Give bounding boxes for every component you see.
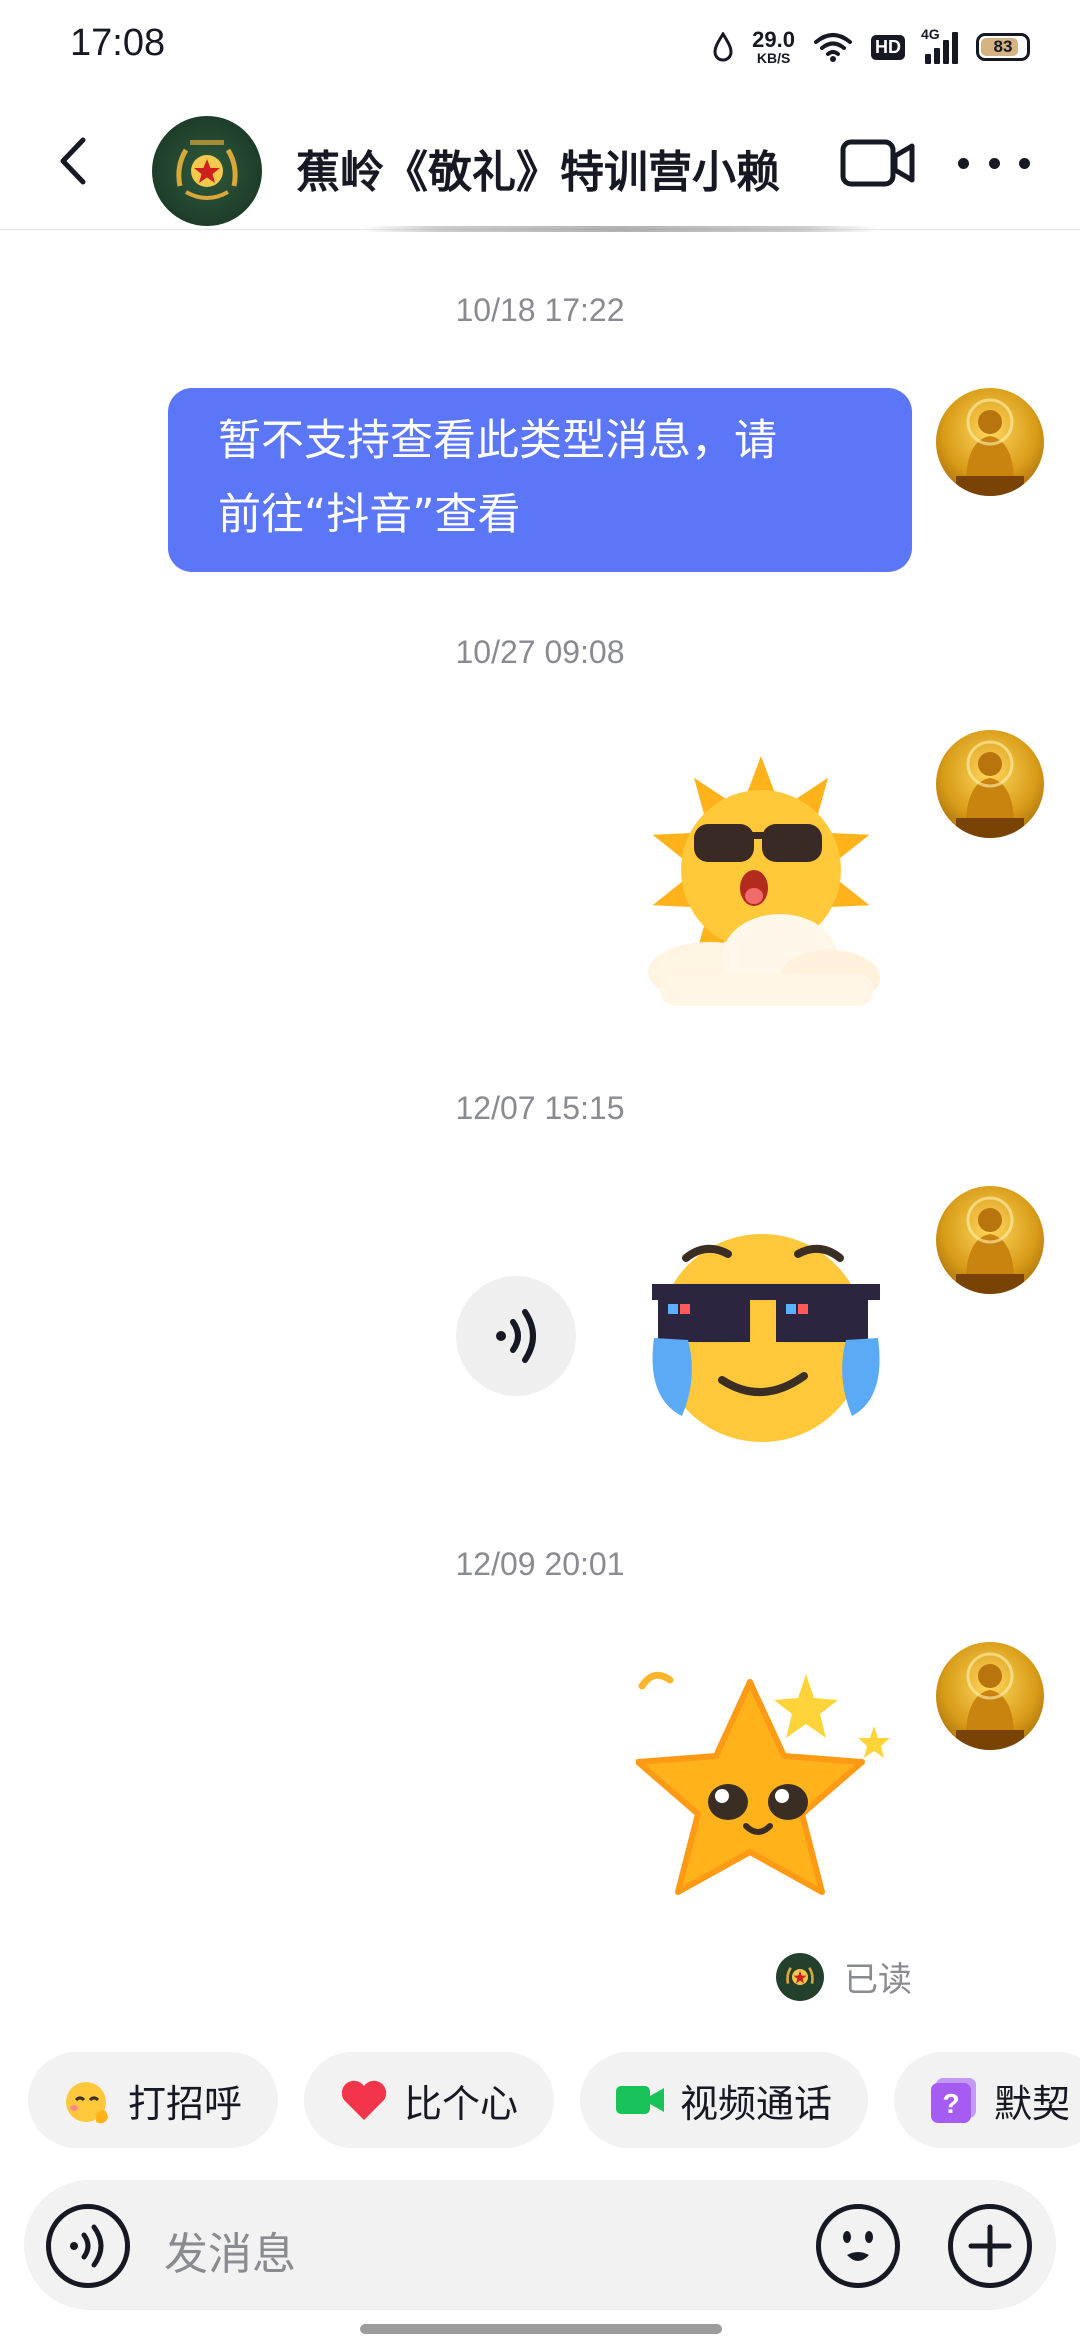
sun-sunglasses-sticker[interactable] — [630, 752, 892, 1014]
crying-cool-face-sticker[interactable] — [646, 1228, 886, 1448]
buddha-avatar-icon — [956, 398, 1024, 496]
wave-face-icon — [62, 2074, 114, 2126]
back-button[interactable] — [48, 126, 98, 196]
quick-reply-label: 视频通话 — [680, 2081, 833, 2126]
video-camera-icon — [840, 139, 915, 187]
voice-play-button[interactable] — [456, 1276, 576, 1396]
plus-icon — [968, 2224, 1012, 2268]
net-speed-value: 29.0 — [752, 27, 795, 52]
video-call-icon — [614, 2074, 666, 2126]
buddha-avatar-icon — [956, 1652, 1024, 1750]
message-timestamp: 12/07 15:15 — [455, 1090, 625, 1126]
my-avatar[interactable] — [936, 388, 1044, 496]
hd-badge: HD — [871, 34, 905, 60]
signal-label: 4G — [921, 26, 940, 42]
quick-reply-label: 默契 — [994, 2081, 1071, 2126]
wifi-icon — [814, 33, 852, 62]
message-bubble[interactable]: 暂不支持查看此类型消息，请 前往“抖音”查看 — [168, 388, 912, 572]
more-dot — [988, 157, 1000, 169]
quick-reply-tacit[interactable]: ? 默契 — [894, 2052, 1080, 2148]
my-avatar[interactable] — [936, 730, 1044, 838]
quick-reply-label: 打招呼 — [128, 2081, 243, 2126]
my-avatar[interactable] — [936, 1642, 1044, 1750]
chevron-left-icon — [60, 137, 86, 185]
message-text-line: 暂不支持查看此类型消息，请 — [218, 416, 777, 466]
data-drop-icon — [713, 32, 733, 62]
contact-avatar[interactable] — [152, 116, 262, 226]
audio-wave-icon — [70, 2224, 104, 2268]
message-timestamp: 10/27 09:08 — [455, 634, 625, 670]
buddha-avatar-icon — [956, 1196, 1024, 1294]
battery-level: 83 — [993, 37, 1013, 56]
home-indicator[interactable] — [360, 2324, 722, 2334]
quick-reply-greet[interactable]: 打招呼 — [28, 2052, 279, 2148]
audio-wave-icon — [496, 1309, 536, 1363]
chat-header: 蕉岭《敬礼》特训营小赖 — [0, 96, 1080, 230]
net-speed-unit: KB/S — [756, 50, 791, 66]
status-icons: 29.0 KB/S HD 4G 83 — [712, 22, 1030, 72]
buddha-avatar-icon — [956, 740, 1024, 838]
message-text-line: 前往“抖音”查看 — [218, 490, 521, 540]
scroll-shadow — [360, 226, 880, 232]
read-avatar — [776, 1952, 824, 2001]
voice-input-button[interactable] — [46, 2204, 130, 2288]
status-bar: 17:08 29.0 KB/S HD 4G 83 — [0, 0, 1080, 96]
quick-reply-heart[interactable]: 比个心 — [304, 2052, 555, 2148]
quick-reply-row: 打招呼 比个心 视频通话 ? 默契 — [28, 2052, 1080, 2150]
emoji-button[interactable] — [816, 2204, 900, 2288]
battery-icon: 83 — [976, 33, 1030, 61]
signal-icon: 4G — [921, 26, 958, 64]
more-dot — [1019, 157, 1030, 169]
quick-reply-video-call[interactable]: 视频通话 — [580, 2052, 869, 2148]
video-call-button[interactable] — [840, 138, 916, 188]
question-icon: ? — [928, 2074, 980, 2126]
message-timestamp: 10/18 17:22 — [455, 292, 625, 328]
my-avatar[interactable] — [936, 1186, 1044, 1294]
message-timestamp: 12/09 20:01 — [455, 1546, 625, 1582]
quick-reply-label: 比个心 — [404, 2081, 519, 2126]
chat-title: 蕉岭《敬礼》特训营小赖 — [296, 147, 780, 198]
svg-text:?: ? — [942, 2088, 959, 2119]
net-speed: 29.0 KB/S — [752, 27, 795, 66]
status-time: 17:08 — [70, 22, 166, 64]
military-emblem-icon — [176, 140, 238, 200]
more-options-button[interactable] — [958, 148, 1030, 178]
message-input[interactable]: 发消息 — [164, 2218, 296, 2282]
read-receipt: 已读 — [776, 1952, 912, 2001]
read-status: 已读 — [844, 1960, 912, 2000]
more-dot — [958, 157, 969, 169]
military-emblem-icon — [786, 1966, 814, 1985]
star-sticker[interactable] — [636, 1666, 896, 1926]
message-input-bar: 发消息 — [24, 2180, 1056, 2310]
smiley-icon — [843, 2231, 873, 2261]
more-actions-button[interactable] — [948, 2204, 1032, 2288]
heart-icon — [338, 2074, 390, 2126]
